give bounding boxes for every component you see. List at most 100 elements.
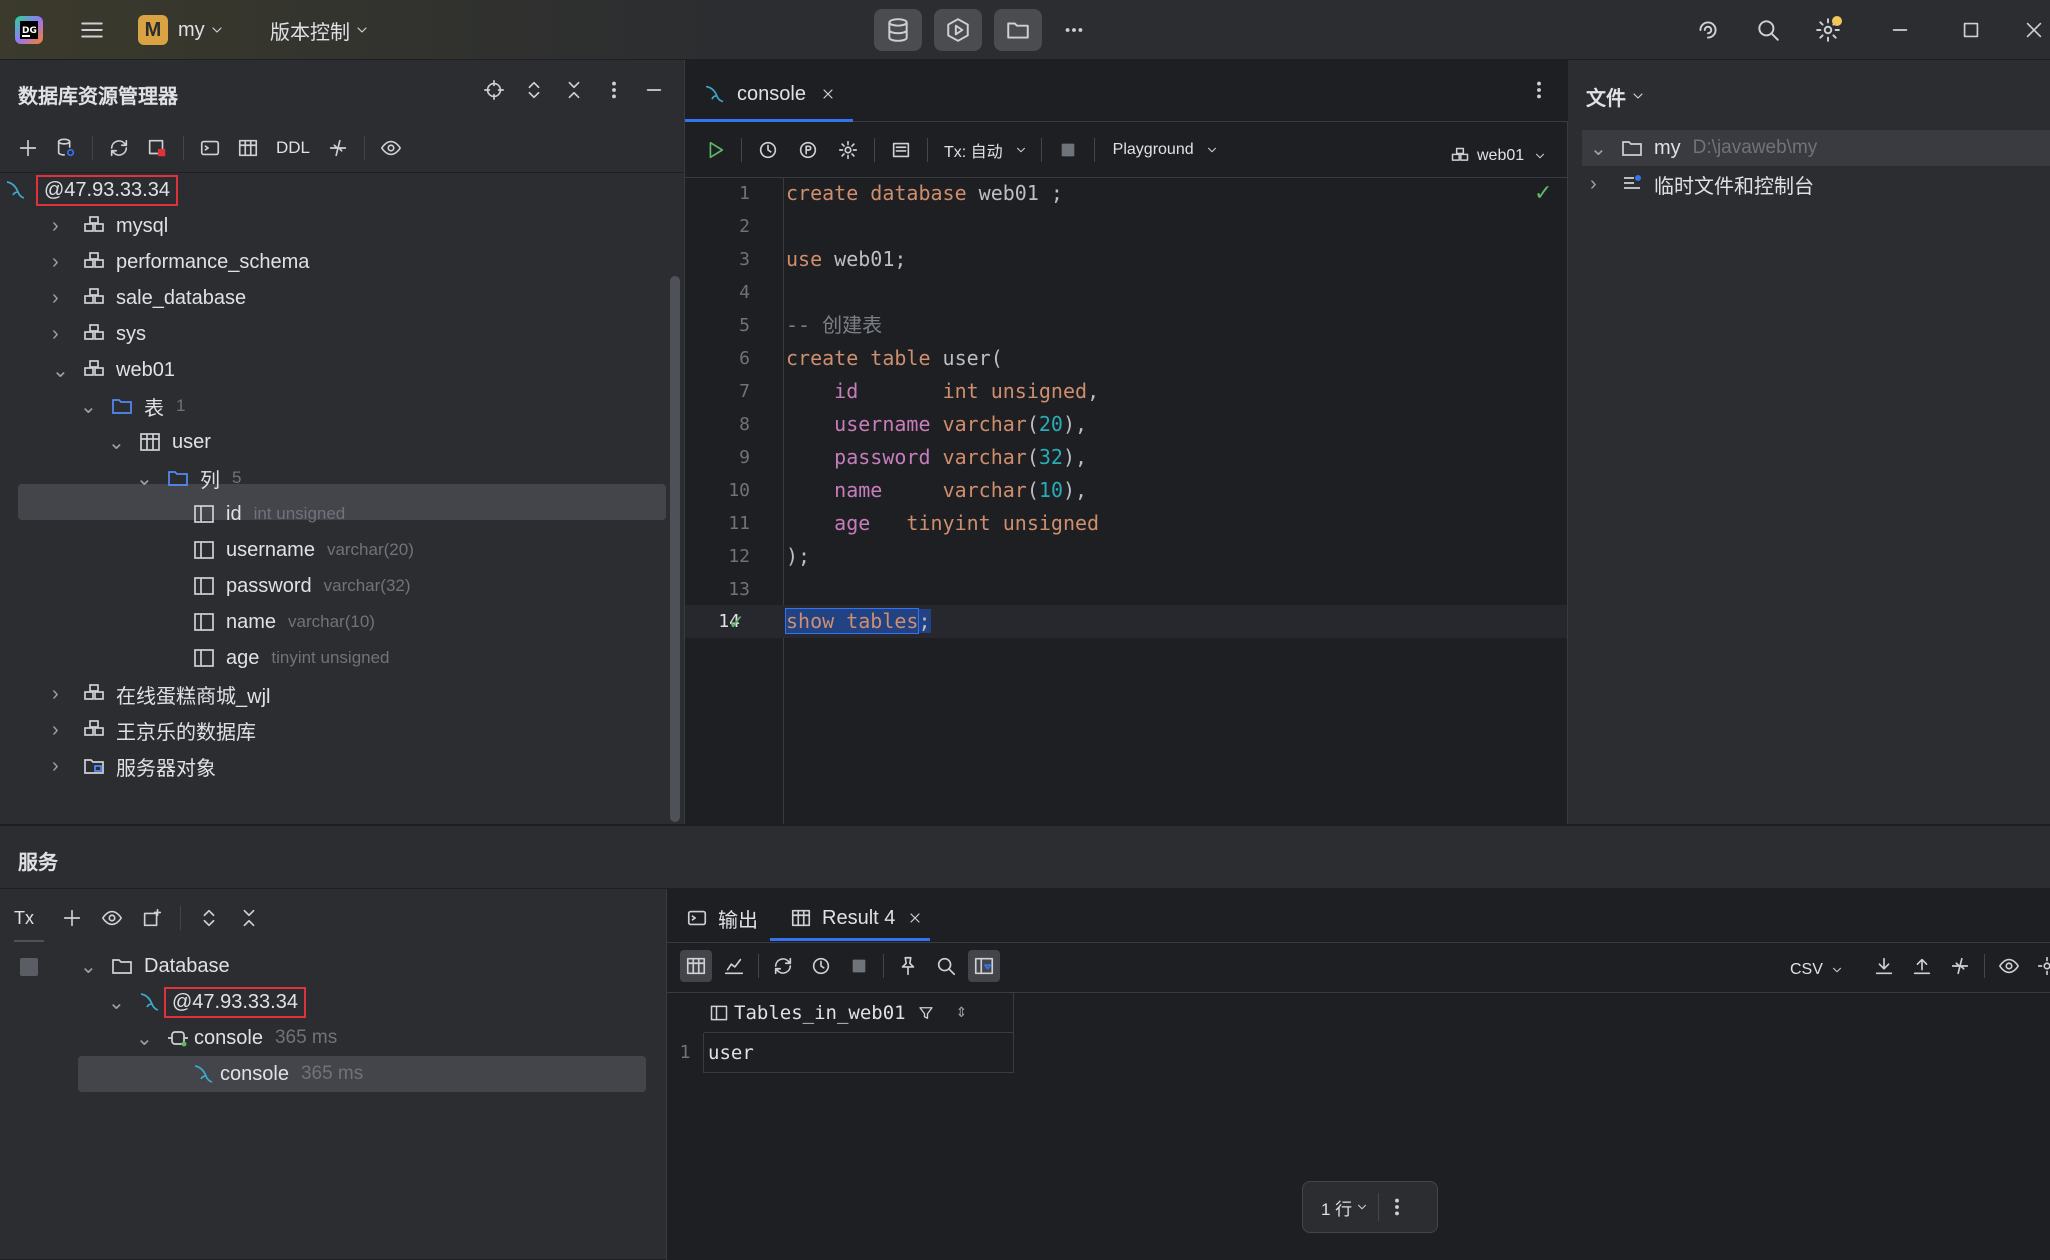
hide-panel-icon[interactable] — [638, 74, 670, 106]
explain-plan-icon[interactable] — [792, 134, 824, 166]
project-selector[interactable]: M my — [138, 0, 229, 60]
schema-node[interactable]: › performance_schema — [52, 244, 309, 280]
project-root-node[interactable]: ⌄ my D:\javaweb\my — [1590, 130, 1817, 166]
download-icon[interactable] — [1868, 950, 1900, 982]
vcs-menu[interactable]: 版本控制 — [270, 0, 374, 60]
columns-folder-node[interactable]: ⌄ 列 5 — [136, 460, 241, 496]
code-line-5[interactable]: -- 创建表 — [786, 309, 882, 342]
settings-icon[interactable] — [2031, 950, 2050, 982]
tables-folder-node[interactable]: ⌄ 表 1 — [80, 388, 185, 424]
schema-node[interactable]: › mysql — [52, 208, 168, 244]
view-options-icon[interactable] — [1993, 950, 2025, 982]
console-item-node[interactable]: console 365 ms — [192, 1056, 363, 1092]
table-icon[interactable] — [232, 132, 264, 164]
schema-node[interactable]: › sale_database — [52, 280, 246, 316]
export-format-dropdown[interactable]: CSV — [1790, 954, 1847, 986]
table-view-icon[interactable] — [680, 950, 712, 982]
refresh-icon[interactable] — [767, 950, 799, 982]
schema-node[interactable]: › 王京乐的数据库 — [52, 712, 256, 748]
table-node-user[interactable]: ⌄ user — [108, 424, 211, 460]
tx-button[interactable]: Tx — [14, 908, 34, 929]
stop-icon[interactable] — [20, 958, 38, 976]
services-tool-button[interactable] — [934, 9, 982, 51]
layout-icon[interactable] — [885, 134, 917, 166]
code-line-9[interactable]: password varchar(32), — [786, 441, 1087, 474]
code-line-6[interactable]: create table user( — [786, 342, 1003, 375]
schema-node[interactable]: › 在线蛋糕商城_wjl — [52, 676, 270, 712]
add-icon[interactable] — [56, 902, 88, 934]
filter-view-icon[interactable] — [968, 950, 1000, 982]
column-node[interactable]: name varchar(10) — [192, 604, 375, 640]
history-icon[interactable] — [805, 950, 837, 982]
collapse-all-icon[interactable] — [558, 74, 590, 106]
schema-selector[interactable]: web01 — [1449, 140, 1550, 172]
expand-all-icon[interactable] — [193, 902, 225, 934]
scratches-node[interactable]: › 临时文件和控制台 — [1590, 166, 1814, 202]
column-node[interactable]: username varchar(20) — [192, 532, 414, 568]
locate-icon[interactable] — [478, 74, 510, 106]
row-count-widget[interactable]: 1 行 — [1302, 1181, 1438, 1233]
scrollbar[interactable] — [670, 276, 680, 822]
settings-icon[interactable] — [832, 134, 864, 166]
ddl-button[interactable]: DDL — [276, 138, 310, 158]
app-logo-icon[interactable]: DG — [14, 0, 44, 60]
code-line-10[interactable]: name varchar(10), — [786, 474, 1087, 507]
collapse-all-icon[interactable] — [233, 902, 265, 934]
options-icon[interactable] — [1385, 1191, 1409, 1223]
code-line-12[interactable]: ); — [786, 540, 810, 573]
add-icon[interactable] — [12, 132, 44, 164]
query-console-icon[interactable] — [194, 132, 226, 164]
close-tab-icon[interactable] — [903, 902, 927, 934]
close-window-icon[interactable] — [2020, 0, 2048, 60]
result-cell[interactable]: user — [704, 1033, 1014, 1073]
expand-all-icon[interactable] — [518, 74, 550, 106]
more-icon[interactable] — [1058, 14, 1090, 46]
schema-node[interactable]: › sys — [52, 316, 146, 352]
connection-node[interactable]: @47.93.33.34 — [4, 172, 178, 208]
code-line-11[interactable]: age tinyint unsigned — [786, 507, 1099, 540]
result-tab[interactable]: Result 4 — [788, 902, 927, 934]
maximize-icon[interactable] — [1955, 0, 1987, 60]
files-header[interactable]: 文件 — [1586, 80, 1650, 112]
new-tab-icon[interactable] — [136, 902, 168, 934]
column-node[interactable]: password varchar(32) — [192, 568, 411, 604]
options-icon[interactable] — [598, 74, 630, 106]
ai-assistant-icon[interactable] — [1692, 0, 1724, 60]
playground-dropdown[interactable]: Playground — [1113, 141, 1194, 159]
column-node[interactable]: id int unsigned — [192, 496, 345, 532]
console-tab[interactable]: console — [703, 78, 840, 110]
main-menu-icon[interactable] — [72, 0, 112, 60]
run-icon[interactable] — [699, 134, 731, 166]
code-line-8[interactable]: username varchar(20), — [786, 408, 1087, 441]
stop-icon[interactable] — [843, 950, 875, 982]
code-line-1[interactable]: create database web01 ; — [786, 177, 1063, 210]
chart-icon[interactable] — [718, 950, 750, 982]
code-line-14[interactable]: show tables; — [784, 605, 931, 638]
search-icon[interactable] — [930, 950, 962, 982]
stop-icon[interactable] — [1052, 134, 1084, 166]
project-files-button[interactable] — [994, 9, 1042, 51]
database-tool-button[interactable] — [874, 9, 922, 51]
upload-icon[interactable] — [1906, 950, 1938, 982]
minimize-icon[interactable] — [1884, 0, 1916, 60]
server-objects-node[interactable]: › 服务器对象 — [52, 748, 216, 784]
search-icon[interactable] — [1752, 0, 1784, 60]
view-options-icon[interactable] — [96, 902, 128, 934]
compare-icon[interactable] — [1944, 950, 1976, 982]
output-tab[interactable]: 输出 — [684, 902, 758, 934]
settings-icon[interactable] — [1812, 0, 1844, 60]
view-options-icon[interactable] — [375, 132, 407, 164]
history-icon[interactable] — [752, 134, 784, 166]
sort-icon[interactable]: ⇕ — [956, 1004, 968, 1021]
refresh-icon[interactable] — [103, 132, 135, 164]
data-source-properties-icon[interactable] — [50, 132, 82, 164]
options-icon[interactable] — [1523, 74, 1555, 106]
tx-mode-dropdown[interactable]: Tx: 自动 — [944, 138, 1003, 162]
schema-node[interactable]: ⌄ web01 — [52, 352, 175, 388]
compare-icon[interactable] — [322, 132, 354, 164]
console-group-node[interactable]: ⌄ console 365 ms — [136, 1020, 337, 1056]
column-header[interactable]: Tables_in_web01 ⇕ — [704, 993, 1014, 1033]
pin-icon[interactable] — [892, 950, 924, 982]
column-node[interactable]: age tinyint unsigned — [192, 640, 390, 676]
filter-icon[interactable] — [914, 997, 938, 1029]
